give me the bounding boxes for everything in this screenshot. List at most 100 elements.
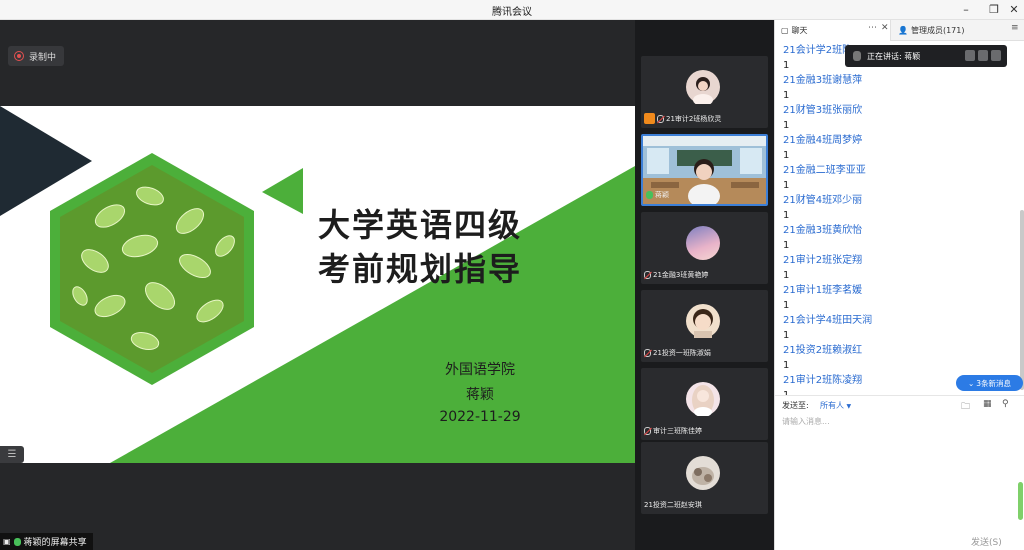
- participant-tile-active[interactable]: 蒋颖: [641, 134, 768, 206]
- chevron-down-icon: ⌄: [967, 378, 975, 388]
- participant-tile[interactable]: 21投资二班赵安琪: [641, 442, 768, 514]
- list-icon[interactable]: ☰: [0, 446, 24, 463]
- chat-panel: ▢ 聊天 ⋯ ✕ 👤 管理成员(171) ≡ 正在讲话: 蒋颖 21会计学2班陈…: [774, 20, 1024, 550]
- participant-name: 21投资二班赵安琪: [644, 501, 702, 509]
- participant-tile[interactable]: 21投资一班陈淑娟: [641, 290, 768, 362]
- participant-tile[interactable]: 21金融3班黄艳婷: [641, 212, 768, 284]
- sender-name[interactable]: 21金融4班周梦婷: [783, 133, 1013, 148]
- tab-chat-label: 聊天: [791, 26, 808, 35]
- participant-name: 21审计2班杨欣灵: [666, 114, 722, 123]
- slide-title-line1: 大学英语四级: [318, 206, 523, 244]
- folder-icon[interactable]: 🗀: [961, 399, 970, 415]
- speaking-indicator: 正在讲话: 蒋颖: [845, 45, 1007, 67]
- message-text: 1: [783, 210, 790, 221]
- send-to-value: 所有人: [820, 401, 844, 410]
- participant-tile[interactable]: 21审计2班杨欣灵: [641, 56, 768, 128]
- sky-avatar: [686, 226, 720, 260]
- person-icon: 👤: [898, 26, 908, 35]
- slide-title-line2: 考前规划指导: [318, 250, 523, 288]
- message-text: 1: [783, 270, 790, 281]
- participant-tile[interactable]: 审计三班陈佳婷: [641, 368, 768, 440]
- send-to-label: 发送至:: [782, 401, 809, 410]
- new-messages-label: 3条新消息: [976, 378, 1012, 388]
- message-text: 1: [783, 180, 790, 191]
- sender-name[interactable]: 21审计2班张定翔: [783, 253, 1013, 268]
- chat-scrollbar[interactable]: [1020, 210, 1024, 390]
- share-label-text: 蒋颖的屏幕共享: [23, 538, 87, 548]
- message-text: 1: [783, 90, 790, 101]
- slide-title: 大学英语四级 考前规划指导: [318, 203, 522, 291]
- tab-members-label: 管理成员(171): [910, 26, 965, 35]
- small-triangle-shape: [262, 168, 303, 214]
- close-tab-icon[interactable]: ✕: [881, 23, 889, 33]
- mic-muted-icon: [644, 427, 651, 435]
- send-to-select[interactable]: 所有人 ▼: [820, 400, 851, 411]
- restore-icon[interactable]: ❐: [986, 2, 1002, 18]
- speaker-icon[interactable]: [965, 50, 975, 61]
- girl-avatar: [686, 382, 720, 417]
- chat-message: 21投资2班赖淑红 1: [783, 343, 1013, 373]
- more-icon[interactable]: ⋯: [868, 23, 877, 33]
- chat-icon: ▢: [781, 26, 789, 35]
- sender-name[interactable]: 21投资2班赖淑红: [783, 343, 1013, 358]
- panel-menu-icon[interactable]: ≡: [1011, 23, 1019, 33]
- chat-message: 21审计1班李茗媛 1: [783, 283, 1013, 313]
- message-text: 1: [783, 150, 790, 161]
- minimize-icon[interactable]: –: [958, 2, 974, 18]
- tab-members[interactable]: 👤 管理成员(171): [892, 20, 1004, 41]
- chat-message: 21金融3班谢慧萍 1: [783, 73, 1013, 103]
- user-icon[interactable]: ⚲: [1002, 399, 1009, 409]
- sender-name[interactable]: 21财管4班邓少丽: [783, 193, 1013, 208]
- message-text: 1: [783, 240, 790, 251]
- presentation-slide: 大学英语四级 考前规划指导 外国语学院 蒋颖 2022-11-29: [0, 106, 635, 463]
- sender-name[interactable]: 21会计学4班田天润: [783, 313, 1013, 328]
- caret-down-icon: ▼: [846, 403, 852, 410]
- message-text: 1: [783, 120, 790, 131]
- speaker-icon[interactable]: [978, 50, 988, 61]
- shared-screen: 录制中 大学英语四级 考前规划指导 外国语学院 蒋颖 2022-11-29 ☰ …: [0, 20, 635, 550]
- chat-messages: 21会计学2班陈 1 21金融3班谢慧萍 1 21财管3班张丽欣 1 21金融4班周梦…: [783, 43, 1013, 396]
- screen-icon: ▣: [3, 537, 11, 546]
- new-messages-button[interactable]: ⌄ 3条新消息: [956, 375, 1023, 391]
- participant-name: 蒋颖: [655, 191, 669, 199]
- chat-message: 21财管3班张丽欣 1: [783, 103, 1013, 133]
- mic-icon: [853, 51, 861, 61]
- sender-name[interactable]: 21审计1班李茗媛: [783, 283, 1013, 298]
- slide-department: 外国语学院: [445, 362, 515, 378]
- sender-name[interactable]: 21财管3班张丽欣: [783, 103, 1013, 118]
- speaking-label: 正在讲话: 蒋颖: [867, 51, 921, 61]
- panel-tabs: ▢ 聊天 ⋯ ✕ 👤 管理成员(171) ≡: [775, 20, 1024, 41]
- participant-name: 审计三班陈佳婷: [653, 427, 702, 435]
- participant-name: 21投资一班陈淑娟: [653, 349, 711, 357]
- avatar: [686, 70, 720, 106]
- chat-message: 21金融3班黄欣怡 1: [783, 223, 1013, 253]
- mic-active-icon: [646, 191, 653, 199]
- chat-input[interactable]: 请输入消息...: [782, 416, 830, 427]
- video-strip: 21审计2班杨欣灵 蒋颖 21金融3班黄艳婷 21投资一班陈淑娟 审计三班陈佳婷…: [635, 20, 774, 550]
- slide-date: 2022-11-29: [439, 409, 521, 425]
- mic-muted-icon: [644, 271, 651, 279]
- sender-name[interactable]: 21金融二班李亚亚: [783, 163, 1013, 178]
- chat-message: 21财管4班邓少丽 1: [783, 193, 1013, 223]
- reply-icon[interactable]: [991, 50, 1001, 61]
- chat-message: 21审计2班张定翔 1: [783, 253, 1013, 283]
- chat-message: 21金融4班周梦婷 1: [783, 133, 1013, 163]
- close-icon[interactable]: ✕: [1006, 2, 1022, 18]
- chat-message: 21金融二班李亚亚 1: [783, 163, 1013, 193]
- record-icon: [14, 51, 24, 61]
- title-bar: 腾讯会议 – ❐ ✕: [0, 0, 1024, 20]
- host-icon: [644, 113, 655, 124]
- mic-muted-icon: [644, 349, 651, 357]
- sender-name[interactable]: 21金融3班黄欣怡: [783, 223, 1013, 238]
- input-scrollbar[interactable]: [1018, 482, 1023, 520]
- message-text: 1: [783, 300, 790, 311]
- recording-indicator[interactable]: 录制中: [8, 46, 65, 66]
- slide-presenter: 蒋颖: [466, 387, 494, 403]
- window-title: 腾讯会议: [492, 7, 532, 18]
- screen-share-label: ▣ 蒋颖的屏幕共享: [0, 533, 93, 550]
- calendar-icon[interactable]: ▦: [983, 399, 992, 409]
- cat-avatar: [686, 456, 720, 490]
- sender-name[interactable]: 21金融3班谢慧萍: [783, 73, 1013, 88]
- send-button[interactable]: 发送(S): [971, 535, 1002, 548]
- message-text: 1: [783, 330, 790, 341]
